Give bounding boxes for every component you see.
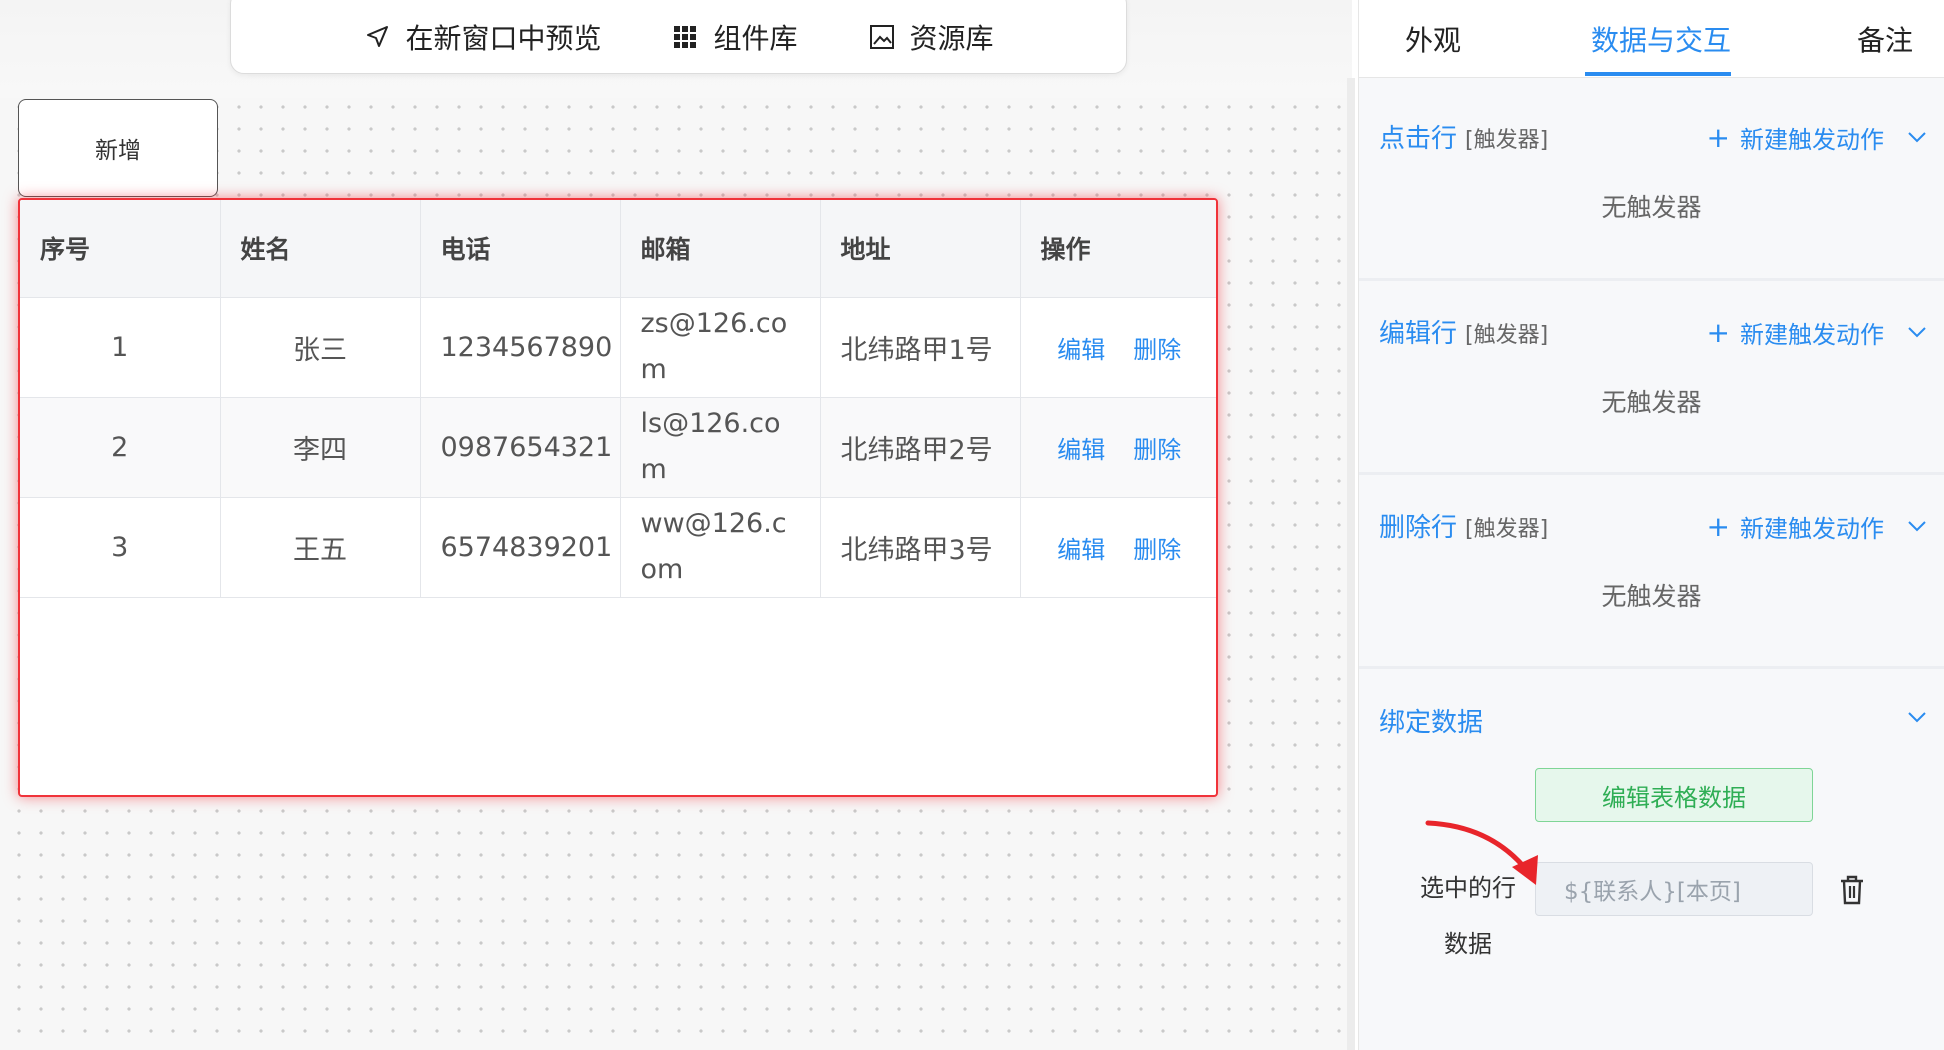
click-row-trigger-section: 点击行 [触发器] + 新建触发动作 无触发器 <box>1359 78 1944 281</box>
new-trigger-action-label: 新建触发动作 <box>1740 321 1884 349</box>
image-icon <box>868 23 896 51</box>
component-library-button[interactable]: 组件库 <box>671 17 798 57</box>
column-header: 姓名 <box>220 200 421 298</box>
new-trigger-action-button[interactable]: + 新建触发动作 <box>1707 315 1884 350</box>
new-trigger-action-label: 新建触发动作 <box>1740 126 1884 154</box>
delete-row-link[interactable]: 删除 <box>1133 336 1181 364</box>
active-tab-indicator <box>1585 72 1731 76</box>
table-header-row: 序号 姓名 电话 邮箱 地址 操作 <box>20 200 1216 298</box>
section-subtitle: [触发器] <box>1465 323 1549 348</box>
preview-new-window-button[interactable]: 在新窗口中预览 <box>363 17 601 57</box>
column-header: 序号 <box>20 200 221 298</box>
table-row[interactable]: 3 王五 6574839201 ww@126.com 北纬路甲3号 编辑 删除 <box>20 497 1216 598</box>
preview-label: 在新窗口中预览 <box>405 22 602 55</box>
selected-row-label-cont: 数据 <box>1444 930 1492 958</box>
delete-row-link[interactable]: 删除 <box>1133 536 1181 564</box>
cell-name: 张三 <box>220 297 421 398</box>
selected-row-label: 选中的行 <box>1420 874 1516 902</box>
cell-index: 3 <box>20 497 221 598</box>
cell-email: ww@126.com <box>620 497 821 598</box>
cell-phone: 6574839201 <box>420 497 621 598</box>
table-row[interactable]: 1 张三 1234567890 zs@126.com 北纬路甲1号 编辑 删除 <box>20 297 1216 398</box>
edit-row-link[interactable]: 编辑 <box>1057 436 1105 464</box>
column-header: 邮箱 <box>620 200 821 298</box>
navigate-arrow-icon <box>363 23 391 51</box>
components-label: 组件库 <box>713 22 798 55</box>
cell-phone: 1234567890 <box>420 297 621 398</box>
add-button[interactable]: 新增 <box>18 99 218 197</box>
section-title: 绑定数据 <box>1379 708 1484 738</box>
edit-row-link[interactable]: 编辑 <box>1057 536 1105 564</box>
chevron-down-icon[interactable] <box>1906 321 1928 343</box>
section-subtitle: [触发器] <box>1465 517 1549 542</box>
trash-icon[interactable] <box>1837 874 1867 906</box>
cell-index: 2 <box>20 397 221 498</box>
new-trigger-action-button[interactable]: + 新建触发动作 <box>1707 120 1884 155</box>
section-header: 编辑行 [触发器] <box>1379 313 1548 350</box>
section-title: 编辑行 <box>1379 319 1458 349</box>
section-title: 删除行 <box>1379 513 1458 543</box>
tab-data-interaction[interactable]: 数据与交互 <box>1591 0 1731 78</box>
grid-icon <box>671 23 699 51</box>
plus-icon: + <box>1706 509 1730 543</box>
properties-panel: 外观 数据与交互 备注 点击行 [触发器] + 新建触发动作 无触发器 编辑行 … <box>1358 0 1944 1050</box>
cell-address: 北纬路甲2号 <box>820 397 1021 498</box>
tab-notes[interactable]: 备注 <box>1857 0 1913 78</box>
assets-label: 资源库 <box>909 22 994 55</box>
delete-row-link[interactable]: 删除 <box>1133 436 1181 464</box>
cell-actions: 编辑 删除 <box>1020 297 1216 398</box>
panel-tabs: 外观 数据与交互 备注 <box>1359 0 1944 78</box>
column-header: 操作 <box>1020 200 1216 298</box>
canvas-scrollbar[interactable] <box>1347 78 1355 1050</box>
chevron-down-icon[interactable] <box>1906 706 1928 728</box>
delete-row-trigger-section: 删除行 [触发器] + 新建触发动作 无触发器 <box>1359 475 1944 669</box>
section-subtitle: [触发器] <box>1465 128 1549 153</box>
plus-icon: + <box>1706 120 1730 154</box>
section-title: 点击行 <box>1379 124 1458 154</box>
cell-address: 北纬路甲1号 <box>820 297 1021 398</box>
cell-email: zs@126.com <box>620 297 821 398</box>
cell-phone: 0987654321 <box>420 397 621 498</box>
data-table[interactable]: 序号 姓名 电话 邮箱 地址 操作 1 张三 1234567890 zs@126… <box>18 198 1218 797</box>
new-trigger-action-button[interactable]: + 新建触发动作 <box>1707 509 1884 544</box>
chevron-down-icon[interactable] <box>1906 515 1928 537</box>
selected-row-variable-field[interactable]: ${联系人}[本页] <box>1535 862 1813 916</box>
chevron-down-icon[interactable] <box>1906 126 1928 148</box>
cell-actions: 编辑 删除 <box>1020 397 1216 498</box>
empty-trigger-text: 无触发器 <box>1601 582 1702 611</box>
empty-trigger-text: 无触发器 <box>1601 388 1702 417</box>
section-header: 点击行 [触发器] <box>1379 118 1548 155</box>
plus-icon: + <box>1706 315 1730 349</box>
table-row[interactable]: 2 李四 0987654321 ls@126.com 北纬路甲2号 编辑 删除 <box>20 397 1216 498</box>
edit-row-link[interactable]: 编辑 <box>1057 336 1105 364</box>
empty-trigger-text: 无触发器 <box>1601 193 1702 222</box>
edit-table-data-button[interactable]: 编辑表格数据 <box>1535 768 1813 822</box>
tab-appearance[interactable]: 外观 <box>1405 0 1461 78</box>
cell-actions: 编辑 删除 <box>1020 497 1216 598</box>
top-toolbar: 在新窗口中预览 组件库 资源库 <box>230 0 1127 74</box>
new-trigger-action-label: 新建触发动作 <box>1740 515 1884 543</box>
column-header: 电话 <box>420 200 621 298</box>
cell-address: 北纬路甲3号 <box>820 497 1021 598</box>
edit-row-trigger-section: 编辑行 [触发器] + 新建触发动作 无触发器 <box>1359 281 1944 475</box>
section-header: 删除行 [触发器] <box>1379 507 1548 544</box>
bind-data-header: 绑定数据 <box>1379 702 1483 739</box>
cell-index: 1 <box>20 297 221 398</box>
cell-email: ls@126.com <box>620 397 821 498</box>
cell-name: 王五 <box>220 497 421 598</box>
cell-name: 李四 <box>220 397 421 498</box>
asset-library-button[interactable]: 资源库 <box>868 17 994 57</box>
column-header: 地址 <box>820 200 1021 298</box>
